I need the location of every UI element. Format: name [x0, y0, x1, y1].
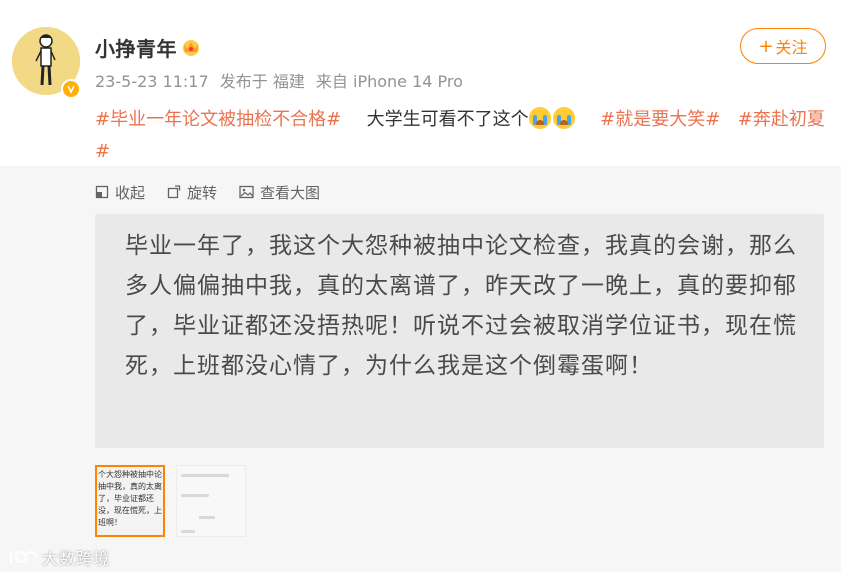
username[interactable]: 小挣青年 — [95, 33, 177, 62]
post-image[interactable]: 毕业一年了，我这个大怨种被抽中论文检查，我真的会谢，那么多人偏偏抽中我，真的太离… — [95, 214, 824, 448]
media-toolbar: 收起 旋转 查看大图 — [95, 180, 342, 204]
thumbnail-selected[interactable]: 个大怨种被抽中论抽中我，真的太离了，毕业证都还没，现在慌死，上班啊！ — [95, 465, 165, 537]
crown-icon — [183, 40, 199, 56]
view-large-label: 查看大图 — [260, 183, 321, 202]
watermark: 大数跨境 — [8, 545, 110, 569]
follow-label: 关注 — [775, 38, 808, 57]
post-source: 来自 iPhone 14 Pro — [315, 72, 463, 91]
post-text: #毕业一年论文被抽检不合格# 大学生可看不了这个 #就是要大笑# #奔赴初夏# — [95, 104, 825, 168]
rotate-button[interactable]: 旋转 — [167, 182, 217, 203]
view-large-button[interactable]: 查看大图 — [239, 182, 320, 203]
crying-emoji-icon — [552, 107, 575, 129]
post-date[interactable]: 23-5-23 11:17 — [95, 72, 209, 91]
image-text: 毕业一年了，我这个大怨种被抽中论文检查，我真的会谢，那么多人偏偏抽中我，真的太离… — [125, 233, 797, 379]
post-location: 发布于 福建 — [219, 72, 305, 91]
crying-emoji-icon — [528, 107, 551, 129]
watermark-text: 大数跨境 — [42, 549, 111, 568]
follow-button[interactable]: + 关注 — [740, 28, 826, 64]
rotate-label: 旋转 — [187, 183, 218, 202]
watermark-logo-icon — [9, 550, 38, 564]
hashtag-link[interactable]: #就是要大笑# — [600, 109, 720, 130]
verified-badge-icon — [61, 79, 81, 99]
post-body-text: 大学生可看不了这个 — [366, 109, 529, 130]
hashtag-link[interactable]: #毕业一年论文被抽检不合格# — [95, 109, 341, 130]
rotate-icon — [167, 185, 181, 199]
thumbnail-text: 个大怨种被抽中论抽中我，真的太离了，毕业证都还没，现在慌死，上班啊！ — [98, 470, 162, 527]
post-meta: 23-5-23 11:17 发布于 福建 来自 iPhone 14 Pro — [95, 68, 469, 92]
image-icon — [239, 185, 254, 199]
collapse-button[interactable]: 收起 — [95, 182, 145, 203]
collapse-icon — [95, 185, 109, 199]
collapse-label: 收起 — [115, 183, 146, 202]
plus-icon: + — [758, 35, 774, 57]
thumbnail[interactable] — [176, 465, 246, 537]
weibo-post: 小挣青年 23-5-23 11:17 发布于 福建 来自 iPhone 14 P… — [0, 0, 841, 572]
